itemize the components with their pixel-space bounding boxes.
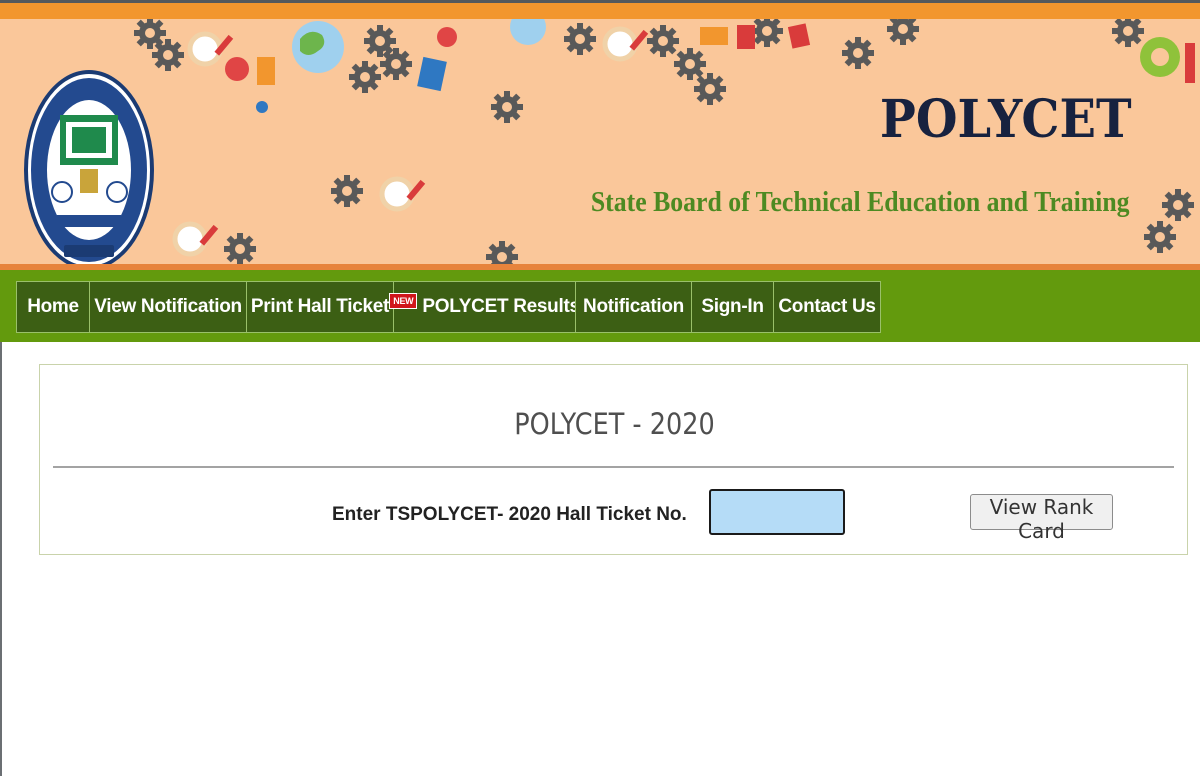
header-banner: POLYCET State Board of Technical Educati… (0, 19, 1200, 268)
rank-card-panel: POLYCET - 2020 Enter TSPOLYCET- 2020 Hal… (39, 364, 1188, 555)
nav-item-label: View Notification (94, 296, 242, 317)
nav-item-label: Sign-In (701, 296, 764, 317)
nav-item-label: Print Hall Ticket (250, 296, 390, 317)
nav-item-label: Home (27, 296, 79, 317)
nav-item-sign-in[interactable]: Sign-In (691, 281, 773, 333)
panel-heading: POLYCET - 2020 (514, 407, 715, 441)
nav-item-print-hall-ticket[interactable]: Print Hall Ticket (246, 281, 393, 333)
hall-ticket-input[interactable] (709, 489, 845, 535)
nav-item-notification[interactable]: Notification (575, 281, 691, 333)
window-left-edge (0, 342, 2, 776)
panel-divider (53, 466, 1174, 468)
nav-item-polycet-results[interactable]: NEW POLYCET Results (389, 281, 580, 333)
view-rank-card-button[interactable]: View Rank Card (970, 494, 1113, 543)
site-title: POLYCET (880, 89, 1132, 150)
nav-item-label: Notification (583, 296, 684, 317)
globe-icon (292, 19, 546, 73)
nav-item-contact-us[interactable]: Contact Us (773, 281, 881, 333)
nav-item-view-notification[interactable]: View Notification (89, 281, 246, 333)
hall-ticket-label: Enter TSPOLYCET- 2020 Hall Ticket No. (332, 504, 687, 525)
state-emblem (24, 70, 154, 268)
header-top-bar (0, 3, 1200, 19)
main-navbar: Home View Notification Print Hall Ticket… (0, 270, 1200, 342)
nav-item-label: Contact Us (778, 296, 876, 317)
nav-item-label: POLYCET Results (422, 296, 580, 317)
new-badge-icon: NEW (389, 293, 418, 309)
site-subtitle: State Board of Technical Education and T… (591, 187, 1130, 218)
gear-icon-green (1140, 37, 1195, 83)
nav-menu: Home View Notification Print Hall Ticket… (16, 281, 881, 333)
nav-item-home[interactable]: Home (16, 281, 89, 333)
